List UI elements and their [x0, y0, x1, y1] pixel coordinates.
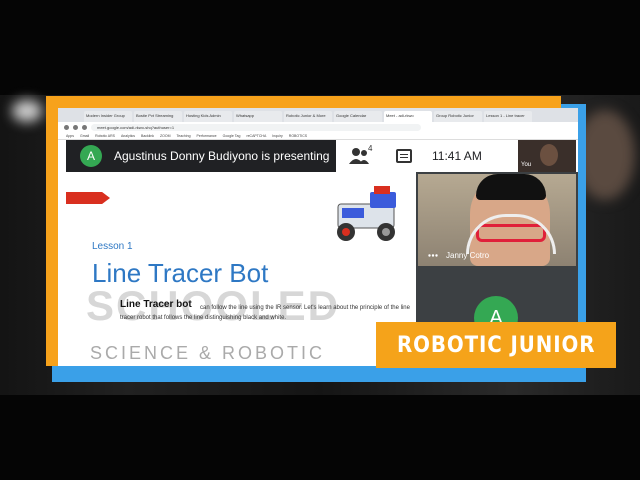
video-frame: Modern Insider Group Bostie Pvt Streamin…: [0, 0, 640, 480]
slide-footer: SCIENCE & ROBOTIC: [90, 343, 326, 363]
presenting-text: Agustinus Donny Budiyono is presenting: [114, 149, 330, 163]
browser-tab-bar: Modern Insider Group Bostie Pvt Streamin…: [58, 108, 578, 122]
participant-name: Janny Cotro: [446, 251, 490, 260]
lesson-label: Lesson 1: [92, 241, 133, 252]
robotic-junior-banner: ROBOTIC JUNIOR: [376, 322, 616, 368]
bookmark[interactable]: ZOOM: [160, 134, 171, 138]
bookmarks-bar: Apps Gmail Robotic ARS Analytics Backlin…: [58, 132, 578, 140]
participants-count: 4: [368, 144, 373, 153]
bookmark[interactable]: reCAPTCHA: [246, 134, 266, 138]
bookmark[interactable]: Apps: [66, 134, 74, 138]
chat-icon[interactable]: [396, 149, 412, 163]
browser-tab[interactable]: Whatsapp: [234, 111, 282, 122]
bookmark[interactable]: Gmail: [80, 134, 89, 138]
meet-top-bar: 4 11:41 AM: [336, 140, 518, 172]
bookmark[interactable]: ROBOTICS: [289, 134, 307, 138]
presentation-slide: Lesson 1 Line Tracer Bot SCHOOLED Line T…: [66, 172, 416, 366]
forward-icon[interactable]: [73, 124, 78, 130]
browser-tab[interactable]: Lesson 1 - Line tracer: [484, 111, 532, 122]
bookmark[interactable]: Inquiry: [272, 134, 283, 138]
slide-red-arrow: [66, 192, 110, 204]
browser-tab[interactable]: Robotic Junior & More: [284, 111, 332, 122]
bookmark[interactable]: Google Tag: [223, 134, 241, 138]
clock: 11:41 AM: [432, 149, 482, 163]
self-video-person: [540, 144, 558, 166]
slide-body: can follow the line using the IR sensor.…: [120, 303, 412, 323]
banner-text: ROBOTIC JUNIOR: [396, 332, 596, 358]
blurred-light: [12, 100, 42, 122]
slide-body-text: can follow the line using the IR sensor.…: [120, 305, 410, 321]
reload-icon[interactable]: [82, 124, 87, 130]
participant-hair: [476, 174, 546, 200]
address-bar-row: meet.google.com/adi-rkwo-shq?authuser=1: [58, 122, 578, 132]
browser-tab-active[interactable]: Meet - adi-rkwo: [384, 111, 432, 122]
browser-tab[interactable]: Modern Insider Group: [84, 111, 132, 122]
self-label: You: [521, 162, 532, 168]
url-input[interactable]: meet.google.com/adi-rkwo-shq?authuser=1: [91, 123, 421, 131]
bookmark[interactable]: Performance: [197, 134, 217, 138]
presenter-avatar: A: [80, 145, 102, 167]
browser-tab[interactable]: Group Robotic Junior: [434, 111, 482, 122]
robot-image: [337, 186, 396, 241]
browser-tab[interactable]: Bostie Pvt Streaming: [134, 111, 182, 122]
browser-tab[interactable]: Hosting Kids Admin: [184, 111, 232, 122]
people-icon[interactable]: 4: [348, 144, 378, 166]
bookmark[interactable]: Backlink: [141, 134, 154, 138]
participant-video-tile[interactable]: [418, 174, 576, 266]
bookmark[interactable]: Analytics: [121, 134, 135, 138]
browser-tab[interactable]: Google Calendar: [334, 111, 382, 122]
back-icon[interactable]: [64, 124, 69, 130]
bookmark[interactable]: Robotic ARS: [95, 134, 115, 138]
more-options-icon[interactable]: [428, 254, 438, 257]
bookmark[interactable]: Teaching: [177, 134, 191, 138]
